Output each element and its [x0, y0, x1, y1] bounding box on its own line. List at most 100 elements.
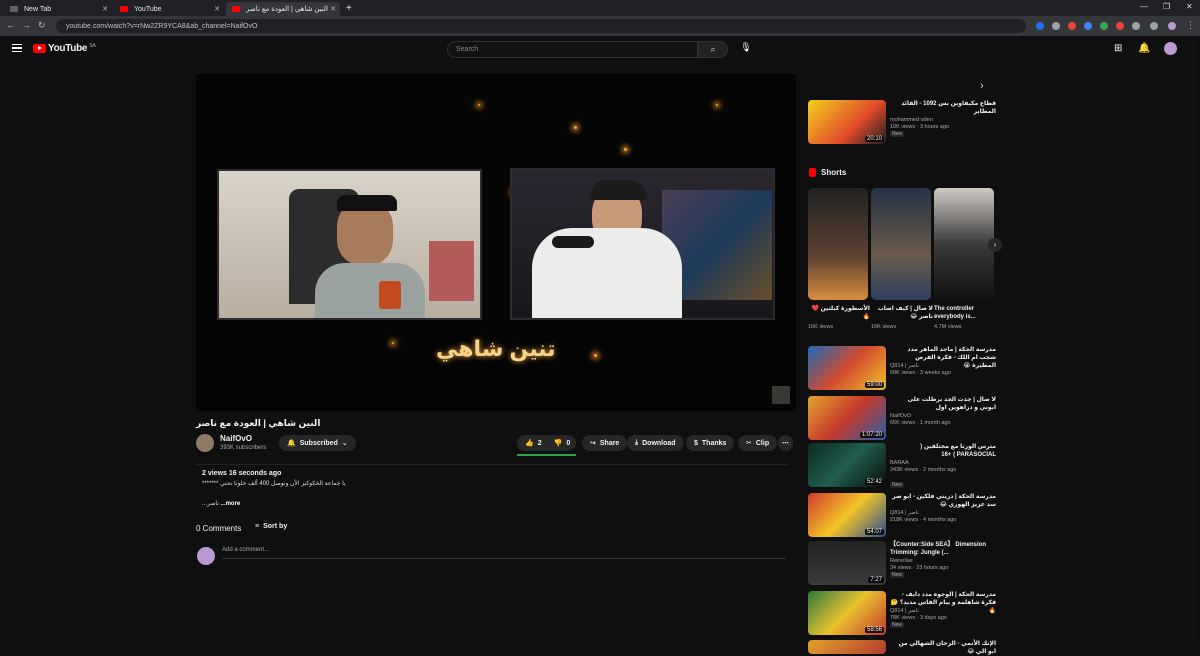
download-button[interactable]: ⤓ Download: [627, 435, 684, 451]
video-thumbnail[interactable]: 54:07: [808, 493, 886, 537]
bell-icon: 🔔: [287, 440, 296, 447]
download-icon: ⤓: [635, 439, 639, 446]
create-video-icon[interactable]: ⊞: [1114, 43, 1122, 54]
like-button[interactable]: 👍 2: [525, 439, 542, 448]
video-title: النين شاهي | العودة مع ناصر: [196, 418, 321, 428]
video-thumbnail[interactable]: 20:10: [808, 100, 886, 144]
recommended-video[interactable]: 58:56 مدرسة الحكة | الوجوه مدد دايف - فك…: [808, 591, 998, 637]
chevron-right-icon[interactable]: ›: [980, 80, 984, 92]
recommended-video[interactable]: 20:10 قطاع مكيفاوين بس 1092 - الفائد الم…: [808, 100, 998, 146]
short-views: 16K views: [871, 324, 897, 330]
video-thumbnail[interactable]: 7:27: [808, 541, 886, 585]
back-arrow-icon[interactable]: ←: [6, 20, 15, 30]
scissors-icon: ✂: [746, 440, 752, 447]
spark-decoration: [478, 104, 480, 106]
like-dislike-group: 👍 2 👎 0: [517, 435, 576, 451]
recommended-video[interactable]: 54:07 مدرسة الحكة | دريني فلكين - ابو صر…: [808, 493, 998, 539]
video-player[interactable]: تنين شاهي: [196, 74, 796, 411]
video-thumbnail[interactable]: 58:56: [808, 591, 886, 635]
close-tab-icon[interactable]: ✕: [330, 5, 336, 13]
share-button[interactable]: ↪ Share: [582, 435, 628, 451]
puzzle-icon[interactable]: [1132, 22, 1140, 30]
user-avatar: [197, 547, 215, 565]
spark-decoration: [392, 342, 394, 344]
tab-new-tab[interactable]: New Tab ✕: [4, 2, 112, 16]
channel-name[interactable]: NaifOvO: [220, 434, 252, 443]
profile-avatar[interactable]: [1168, 22, 1176, 30]
hamburger-menu-icon[interactable]: [12, 44, 22, 52]
recommended-video[interactable]: 52:42 مترس الورنا مع مختلفين ( PARASOCIA…: [808, 443, 998, 489]
voice-search-icon[interactable]: 🎙: [739, 42, 753, 56]
tab-video[interactable]: النين شاهي | العودة مع ناصر ✕: [226, 2, 340, 16]
webcam-feed-right: [510, 168, 775, 320]
short-views: 4.7M views: [934, 324, 962, 330]
short-title[interactable]: الأسطورة كبلتين ❤️ 🔥: [808, 305, 870, 321]
grey-shirt: [315, 263, 425, 318]
extension-icon[interactable]: [1084, 22, 1092, 30]
search-icon: ⌕: [710, 44, 716, 54]
channel-avatar[interactable]: [196, 434, 214, 452]
video-thumbnail[interactable]: [808, 640, 886, 654]
notifications-bell-icon[interactable]: 🔔: [1138, 43, 1150, 54]
recommended-video[interactable]: 7:27 【Counter:Side SEA】 Dimension Trimmi…: [808, 541, 998, 587]
extension-icon[interactable]: [1036, 22, 1044, 30]
reload-icon[interactable]: ↻: [38, 20, 46, 31]
video-thumbnail[interactable]: 52:42: [808, 443, 886, 487]
forward-arrow-icon[interactable]: →: [22, 20, 31, 30]
sidepanel-icon[interactable]: [1150, 22, 1158, 30]
short-title[interactable]: لا صال | كيف اصاب ناصر 😂: [871, 305, 933, 321]
shorts-header: Shorts: [809, 168, 846, 177]
recommended-video[interactable]: 1:07:20 لا صال | جدت الجد برطلت على ابون…: [808, 396, 998, 442]
close-tab-icon[interactable]: ✕: [214, 5, 220, 13]
new-tab-plus-icon[interactable]: +: [346, 3, 352, 14]
hair: [590, 180, 646, 200]
page-scrollbar[interactable]: [1192, 40, 1198, 640]
youtube-favicon-icon: [232, 6, 240, 12]
chevron-right-icon: ›: [993, 240, 997, 249]
browser-menu-icon[interactable]: ⋮: [1186, 20, 1195, 31]
short-thumbnail[interactable]: [934, 188, 994, 300]
recommended-video[interactable]: 59:00 مدرسة الحكة | ماجد الماهر مدد شجب …: [808, 346, 998, 392]
short-thumbnail[interactable]: [871, 188, 931, 300]
search-button[interactable]: ⌕: [698, 41, 728, 58]
dislike-button[interactable]: 👎 0: [554, 439, 571, 448]
search-input[interactable]: Search: [447, 41, 698, 58]
subscribed-button[interactable]: 🔔 Subscribed ⌄: [279, 435, 356, 451]
recommended-video[interactable]: الإنك الأنمي - الزحان الشهالي من ابو الي…: [808, 640, 998, 655]
close-tab-icon[interactable]: ✕: [102, 5, 108, 13]
browser-tab-bar: New Tab ✕ YouTube ✕ النين شاهي | العودة مع…: [0, 0, 1200, 16]
youtube-logo[interactable]: YouTube SA: [33, 43, 96, 54]
sort-comments-button[interactable]: ≡ Sort by: [255, 523, 287, 530]
extension-icon[interactable]: [1100, 22, 1108, 30]
video-thumbnail[interactable]: 1:07:20: [808, 396, 886, 440]
url-field[interactable]: youtube.com/watch?v=rNw2ZR9YCA8&ab_chann…: [56, 19, 1026, 33]
video-thumbnail[interactable]: 59:00: [808, 346, 886, 390]
account-avatar[interactable]: [1164, 42, 1177, 55]
clip-button[interactable]: ✂ Clip: [738, 435, 778, 451]
microphone: [552, 236, 594, 248]
maximize-icon[interactable]: ❐: [1163, 2, 1170, 11]
subscriber-count: 393K subscribers: [220, 445, 267, 451]
more-actions-button[interactable]: ⋯: [778, 435, 793, 451]
description-more[interactable]: ...ناصر ...more: [202, 500, 240, 507]
share-icon: ↪: [590, 440, 596, 447]
spark-decoration: [574, 126, 577, 129]
close-window-icon[interactable]: ✕: [1186, 2, 1193, 11]
channel-watermark: [772, 386, 790, 404]
short-title[interactable]: The controller everybody is...: [934, 305, 996, 321]
shorts-next-button[interactable]: ›: [988, 238, 1002, 252]
extension-icon[interactable]: [1052, 22, 1060, 30]
extension-icon[interactable]: [1116, 22, 1124, 30]
sort-icon: ≡: [255, 523, 260, 530]
thanks-button[interactable]: $ Thanks: [686, 435, 735, 451]
tab-youtube[interactable]: YouTube ✕: [114, 2, 224, 16]
youtube-play-icon: [33, 44, 46, 53]
minimize-icon[interactable]: —: [1140, 2, 1148, 11]
description-box[interactable]: 2 views 16 seconds ago يا جماعة الخكوكيز…: [196, 464, 788, 510]
short-views: 16K views: [808, 324, 834, 330]
comment-input[interactable]: Add a comment...: [222, 547, 786, 559]
extension-icon[interactable]: [1068, 22, 1076, 30]
new-tab-favicon-icon: [10, 6, 18, 12]
shorts-icon: [809, 168, 816, 177]
short-thumbnail[interactable]: [808, 188, 868, 300]
